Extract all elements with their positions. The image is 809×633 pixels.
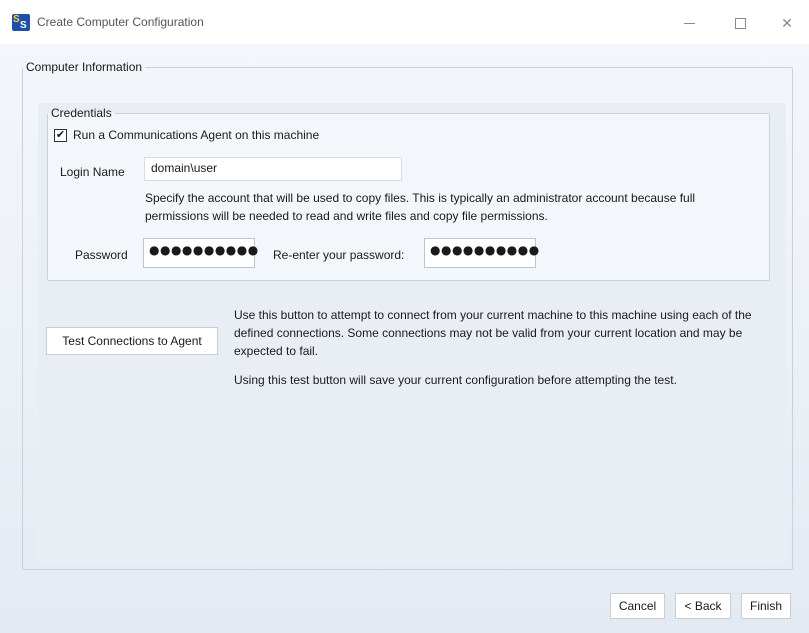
reenter-password-input[interactable]: ●●●●●●●●●● (424, 238, 539, 268)
maximize-button[interactable] (717, 8, 763, 38)
close-icon: ✕ (781, 14, 793, 31)
run-agent-checkbox[interactable]: ✔ (54, 128, 67, 142)
test-connections-button[interactable]: Test Connections to Agent (46, 327, 218, 355)
password-input[interactable]: ●●●●●●●●●● (143, 238, 258, 268)
close-button[interactable]: ✕ (764, 8, 809, 38)
login-name-label: Login Name (60, 165, 125, 179)
checkmark-icon: ✔ (55, 128, 66, 141)
login-name-input[interactable]: domain\user (144, 157, 402, 181)
app-logo-icon: SS (12, 14, 30, 31)
computer-information-legend: Computer Information (26, 60, 143, 74)
dialog-window: SS Create Computer Configuration ✕ Compu… (0, 0, 809, 633)
title-bar: SS Create Computer Configuration ✕ (0, 0, 809, 44)
run-agent-checkbox-row[interactable]: ✔ Run a Communications Agent on this mac… (54, 127, 319, 143)
minimize-icon (683, 22, 695, 24)
run-agent-label: Run a Communications Agent on this machi… (73, 128, 320, 142)
test-save-note: Using this test button will save your cu… (234, 373, 677, 387)
login-hint-text: Specify the account that will be used to… (145, 191, 696, 223)
reenter-password-label: Re-enter your password: (273, 248, 405, 262)
credentials-legend: Credentials (51, 106, 112, 120)
finish-button[interactable]: Finish (741, 593, 791, 619)
maximize-icon (734, 17, 746, 29)
password-label: Password (75, 248, 128, 262)
minimize-button[interactable] (666, 8, 712, 38)
test-description: Use this button to attempt to connect fr… (234, 308, 752, 358)
cancel-button[interactable]: Cancel (610, 593, 665, 619)
window-title: Create Computer Configuration (37, 15, 204, 29)
back-button[interactable]: < Back (675, 593, 731, 619)
